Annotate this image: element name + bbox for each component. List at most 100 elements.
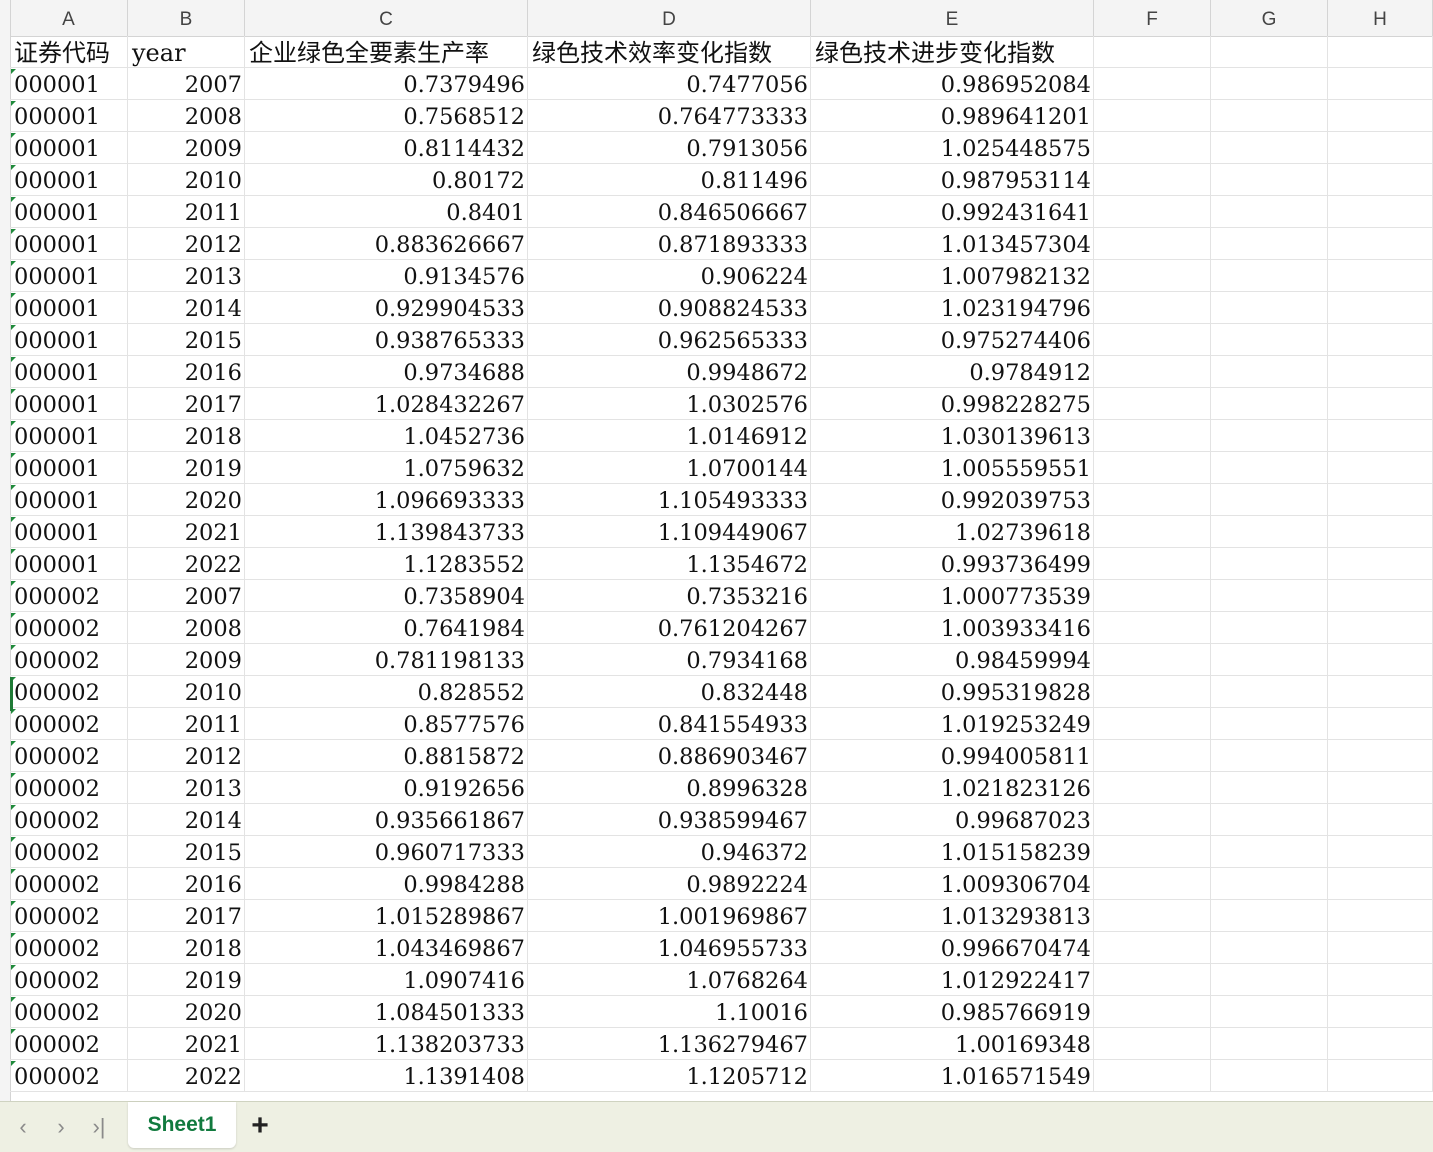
cell-c[interactable]: 1.138203733: [245, 1028, 528, 1060]
cell-g[interactable]: [1211, 516, 1328, 548]
cell-a[interactable]: 000002: [10, 996, 128, 1028]
cell-h[interactable]: [1328, 868, 1433, 900]
cell-e[interactable]: 1.005559551: [811, 452, 1094, 484]
cell-h[interactable]: [1328, 516, 1433, 548]
cell-g[interactable]: [1211, 772, 1328, 804]
cell-b[interactable]: 2019: [128, 452, 245, 484]
cell-e[interactable]: 0.998228275: [811, 388, 1094, 420]
cell-c[interactable]: 1.0759632: [245, 452, 528, 484]
cell-h[interactable]: [1328, 772, 1433, 804]
column-header-e[interactable]: E: [811, 0, 1094, 36]
cell-h[interactable]: [1328, 548, 1433, 580]
cell-b[interactable]: 2019: [128, 964, 245, 996]
cell-h[interactable]: [1328, 708, 1433, 740]
chevron-last-icon[interactable]: ›|: [84, 1112, 114, 1142]
cell-a[interactable]: 000002: [10, 804, 128, 836]
cell-a[interactable]: 000001: [10, 516, 128, 548]
cell-e[interactable]: 0.989641201: [811, 100, 1094, 132]
cell-c[interactable]: 0.938765333: [245, 324, 528, 356]
cell-f[interactable]: [1094, 836, 1211, 868]
cell-h[interactable]: [1328, 836, 1433, 868]
cell-f[interactable]: [1094, 452, 1211, 484]
cell-g[interactable]: [1211, 644, 1328, 676]
cell-b[interactable]: 2021: [128, 516, 245, 548]
cell-c[interactable]: 0.8577576: [245, 708, 528, 740]
cell-f[interactable]: [1094, 676, 1211, 708]
cell-a[interactable]: 000002: [10, 932, 128, 964]
cell-c[interactable]: 0.935661867: [245, 804, 528, 836]
header-cell-g[interactable]: [1211, 36, 1328, 68]
column-header-a[interactable]: A: [10, 0, 128, 36]
cell-e[interactable]: 1.013457304: [811, 228, 1094, 260]
cell-b[interactable]: 2018: [128, 932, 245, 964]
cell-g[interactable]: [1211, 740, 1328, 772]
cell-h[interactable]: [1328, 932, 1433, 964]
cell-c[interactable]: 0.8114432: [245, 132, 528, 164]
cell-h[interactable]: [1328, 164, 1433, 196]
cell-d[interactable]: 0.7913056: [528, 132, 811, 164]
cell-b[interactable]: 2011: [128, 196, 245, 228]
cell-c[interactable]: 0.8401: [245, 196, 528, 228]
cell-e[interactable]: 0.98459994: [811, 644, 1094, 676]
cell-f[interactable]: [1094, 932, 1211, 964]
cell-f[interactable]: [1094, 388, 1211, 420]
cell-f[interactable]: [1094, 260, 1211, 292]
cell-g[interactable]: [1211, 580, 1328, 612]
cell-h[interactable]: [1328, 1060, 1433, 1092]
cell-b[interactable]: 2010: [128, 676, 245, 708]
cell-f[interactable]: [1094, 164, 1211, 196]
cell-g[interactable]: [1211, 836, 1328, 868]
cell-h[interactable]: [1328, 740, 1433, 772]
cell-e[interactable]: 0.995319828: [811, 676, 1094, 708]
cell-b[interactable]: 2017: [128, 388, 245, 420]
cell-f[interactable]: [1094, 868, 1211, 900]
cell-f[interactable]: [1094, 324, 1211, 356]
cell-f[interactable]: [1094, 484, 1211, 516]
column-header-d[interactable]: D: [528, 0, 811, 36]
cell-f[interactable]: [1094, 196, 1211, 228]
cell-e[interactable]: 1.016571549: [811, 1060, 1094, 1092]
cell-f[interactable]: [1094, 964, 1211, 996]
cell-h[interactable]: [1328, 420, 1433, 452]
cell-f[interactable]: [1094, 1028, 1211, 1060]
cell-f[interactable]: [1094, 804, 1211, 836]
header-cell-b[interactable]: year: [128, 36, 245, 68]
cell-c[interactable]: 0.781198133: [245, 644, 528, 676]
cell-c[interactable]: 1.139843733: [245, 516, 528, 548]
cell-d[interactable]: 0.7353216: [528, 580, 811, 612]
cell-c[interactable]: 0.7641984: [245, 612, 528, 644]
cell-a[interactable]: 000002: [10, 868, 128, 900]
cell-h[interactable]: [1328, 996, 1433, 1028]
cell-g[interactable]: [1211, 356, 1328, 388]
cell-c[interactable]: 0.7379496: [245, 68, 528, 100]
cell-f[interactable]: [1094, 1060, 1211, 1092]
cell-a[interactable]: 000002: [10, 644, 128, 676]
cell-h[interactable]: [1328, 676, 1433, 708]
cell-e[interactable]: 0.975274406: [811, 324, 1094, 356]
cell-a[interactable]: 000001: [10, 164, 128, 196]
cell-g[interactable]: [1211, 388, 1328, 420]
cell-e[interactable]: 1.007982132: [811, 260, 1094, 292]
cell-d[interactable]: 0.946372: [528, 836, 811, 868]
cell-f[interactable]: [1094, 900, 1211, 932]
cell-b[interactable]: 2010: [128, 164, 245, 196]
cell-e[interactable]: 1.021823126: [811, 772, 1094, 804]
cell-c[interactable]: 0.828552: [245, 676, 528, 708]
header-cell-f[interactable]: [1094, 36, 1211, 68]
column-header-f[interactable]: F: [1094, 0, 1211, 36]
cell-h[interactable]: [1328, 132, 1433, 164]
cell-g[interactable]: [1211, 164, 1328, 196]
cell-a[interactable]: 000002: [10, 1028, 128, 1060]
cell-d[interactable]: 0.9892224: [528, 868, 811, 900]
cell-b[interactable]: 2008: [128, 612, 245, 644]
cell-b[interactable]: 2012: [128, 228, 245, 260]
cell-d[interactable]: 0.761204267: [528, 612, 811, 644]
cell-c[interactable]: 1.0452736: [245, 420, 528, 452]
cell-g[interactable]: [1211, 1060, 1328, 1092]
cell-g[interactable]: [1211, 68, 1328, 100]
cell-a[interactable]: 000001: [10, 228, 128, 260]
cell-d[interactable]: 0.8996328: [528, 772, 811, 804]
column-header-h[interactable]: H: [1328, 0, 1433, 36]
cell-c[interactable]: 0.7568512: [245, 100, 528, 132]
cell-d[interactable]: 1.0302576: [528, 388, 811, 420]
